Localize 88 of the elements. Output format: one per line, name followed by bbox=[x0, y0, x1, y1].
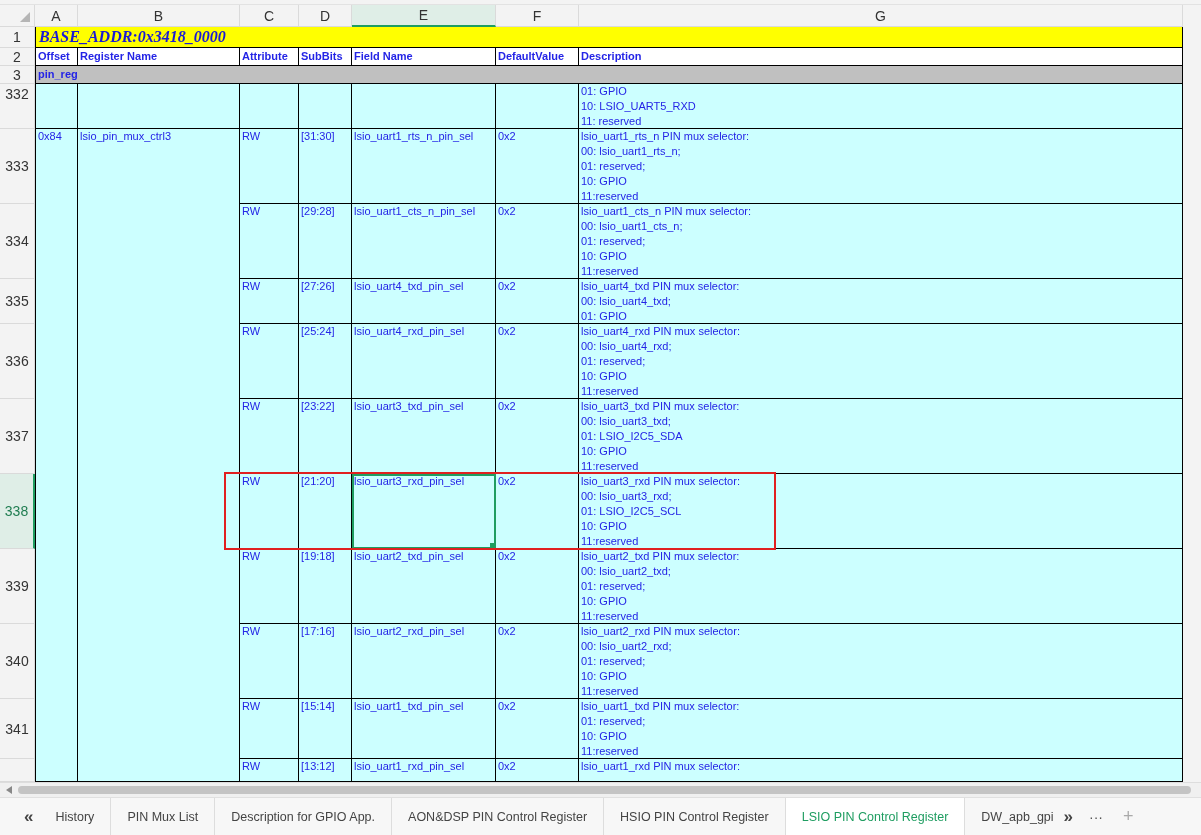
default-value-cell: 0x2 bbox=[496, 699, 579, 759]
header-cell: Offset bbox=[35, 48, 78, 66]
column-header[interactable]: G bbox=[579, 5, 1183, 27]
row-header[interactable]: 341 bbox=[0, 699, 35, 759]
field-name-cell[interactable]: lsio_uart2_txd_pin_sel bbox=[352, 549, 496, 624]
row-header[interactable]: 337 bbox=[0, 399, 35, 474]
attribute-cell: RW bbox=[240, 129, 299, 204]
bits-cell: [31:30] bbox=[299, 129, 352, 204]
header-cell: DefaultValue bbox=[496, 48, 579, 66]
row-header[interactable]: 339 bbox=[0, 549, 35, 624]
row-header[interactable]: 3 bbox=[0, 66, 35, 84]
default-value-cell: 0x2 bbox=[496, 324, 579, 399]
offset-cell: 0x84 bbox=[35, 129, 78, 782]
row-header[interactable]: 333 bbox=[0, 129, 35, 204]
scroll-left-icon[interactable] bbox=[6, 786, 12, 794]
attribute-cell: RW bbox=[240, 204, 299, 279]
default-value-cell: 0x2 bbox=[496, 549, 579, 624]
attribute-cell: RW bbox=[240, 474, 299, 549]
row-header[interactable]: 335 bbox=[0, 279, 35, 324]
row-header[interactable]: 334 bbox=[0, 204, 35, 279]
bits-cell: [25:24] bbox=[299, 324, 352, 399]
default-value-cell: 0x2 bbox=[496, 759, 579, 782]
row-header[interactable]: 336 bbox=[0, 324, 35, 399]
bits-cell: [23:22] bbox=[299, 399, 352, 474]
sheet-tab[interactable]: History bbox=[39, 798, 112, 835]
field-name-cell[interactable]: lsio_uart2_rxd_pin_sel bbox=[352, 624, 496, 699]
header-cell: Description bbox=[579, 48, 1183, 66]
default-value-cell: 0x2 bbox=[496, 129, 579, 204]
next-sheet-button[interactable]: » bbox=[1057, 798, 1080, 835]
attribute-cell: RW bbox=[240, 324, 299, 399]
row-header[interactable]: 332 bbox=[0, 84, 35, 129]
header-cell: Attribute bbox=[240, 48, 299, 66]
bits-cell: [27:26] bbox=[299, 279, 352, 324]
description-cell: lsio_uart1_rxd PIN mux selector: bbox=[579, 759, 1183, 782]
sheet-tab[interactable]: PIN Mux List bbox=[111, 798, 216, 835]
attribute-cell: RW bbox=[240, 279, 299, 324]
row-header[interactable]: 2 bbox=[0, 48, 35, 66]
bits-cell: [13:12] bbox=[299, 759, 352, 782]
sheet-tab[interactable]: HSIO PIN Control Register bbox=[604, 798, 786, 835]
field-name-cell[interactable]: lsio_uart4_txd_pin_sel bbox=[352, 279, 496, 324]
register-name-cell: lsio_pin_mux_ctrl3 bbox=[78, 129, 240, 782]
bits-cell: [19:18] bbox=[299, 549, 352, 624]
field-name-cell[interactable]: lsio_uart3_txd_pin_sel bbox=[352, 399, 496, 474]
horizontal-scrollbar[interactable] bbox=[0, 782, 1201, 797]
field-name-cell[interactable]: lsio_uart1_cts_n_pin_sel bbox=[352, 204, 496, 279]
attribute-cell: RW bbox=[240, 549, 299, 624]
default-value-cell: 0x2 bbox=[496, 399, 579, 474]
title-cell: BASE_ADDR:0x3418_0000 bbox=[35, 27, 1183, 48]
column-header[interactable]: E bbox=[352, 5, 496, 27]
column-header[interactable]: D bbox=[299, 5, 352, 27]
attribute-cell: RW bbox=[240, 399, 299, 474]
attribute-cell: RW bbox=[240, 624, 299, 699]
header-cell: Field Name bbox=[352, 48, 496, 66]
corner-cell[interactable] bbox=[0, 5, 35, 27]
section-cell: pin_reg bbox=[35, 66, 1183, 84]
field-name-cell[interactable]: lsio_uart4_rxd_pin_sel bbox=[352, 324, 496, 399]
bits-cell: [29:28] bbox=[299, 204, 352, 279]
column-header[interactable]: A bbox=[35, 5, 78, 27]
row-header[interactable] bbox=[0, 759, 35, 782]
sheet-tab[interactable]: LSIO PIN Control Register bbox=[785, 798, 966, 835]
sheet-tab[interactable]: DW_apb_gpi bbox=[965, 798, 1058, 835]
column-header[interactable]: B bbox=[78, 5, 240, 27]
column-header[interactable]: C bbox=[240, 5, 299, 27]
header-cell: SubBits bbox=[299, 48, 352, 66]
sheet-tab[interactable]: AON&DSP PIN Control Register bbox=[392, 798, 605, 835]
previous-sheet-button[interactable]: « bbox=[18, 798, 40, 835]
bits-cell: [17:16] bbox=[299, 624, 352, 699]
default-value-cell: 0x2 bbox=[496, 474, 579, 549]
select-all-icon[interactable] bbox=[20, 12, 30, 22]
default-value-cell: 0x2 bbox=[496, 624, 579, 699]
default-value-cell: 0x2 bbox=[496, 279, 579, 324]
row-header[interactable]: 338 bbox=[0, 474, 35, 549]
row-header[interactable]: 340 bbox=[0, 624, 35, 699]
attribute-cell: RW bbox=[240, 699, 299, 759]
bits-cell: [15:14] bbox=[299, 699, 352, 759]
attribute-cell: RW bbox=[240, 759, 299, 782]
column-header[interactable]: F bbox=[496, 5, 579, 27]
field-name-cell[interactable]: lsio_uart1_txd_pin_sel bbox=[352, 699, 496, 759]
field-name-cell[interactable]: lsio_uart3_rxd_pin_sel bbox=[352, 474, 496, 549]
field-name-cell[interactable]: lsio_uart1_rts_n_pin_sel bbox=[352, 129, 496, 204]
more-button[interactable]: ··· bbox=[1079, 798, 1114, 835]
scrollbar-thumb[interactable] bbox=[18, 786, 1191, 794]
row-header[interactable]: 1 bbox=[0, 27, 35, 48]
default-value-cell: 0x2 bbox=[496, 204, 579, 279]
header-cell: Register Name bbox=[78, 48, 240, 66]
field-name-cell[interactable]: lsio_uart1_rxd_pin_sel bbox=[352, 759, 496, 782]
sheet-tab[interactable]: Description for GPIO App. bbox=[215, 798, 393, 835]
bits-cell: [21:20] bbox=[299, 474, 352, 549]
